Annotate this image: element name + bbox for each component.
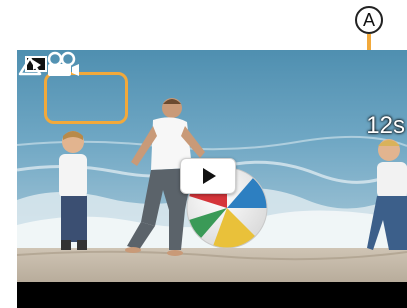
callout-label-text: A [362,9,375,30]
motion-picture-highlight [44,72,128,124]
play-icon [203,168,216,184]
recording-duration: 12s [366,112,405,139]
callout-label-a: A [355,6,383,34]
playback-screen: 12s [17,50,407,308]
play-button[interactable] [180,158,236,194]
camera-playback-illustration: A 12s [0,0,407,308]
motion-picture-icon [18,51,79,76]
